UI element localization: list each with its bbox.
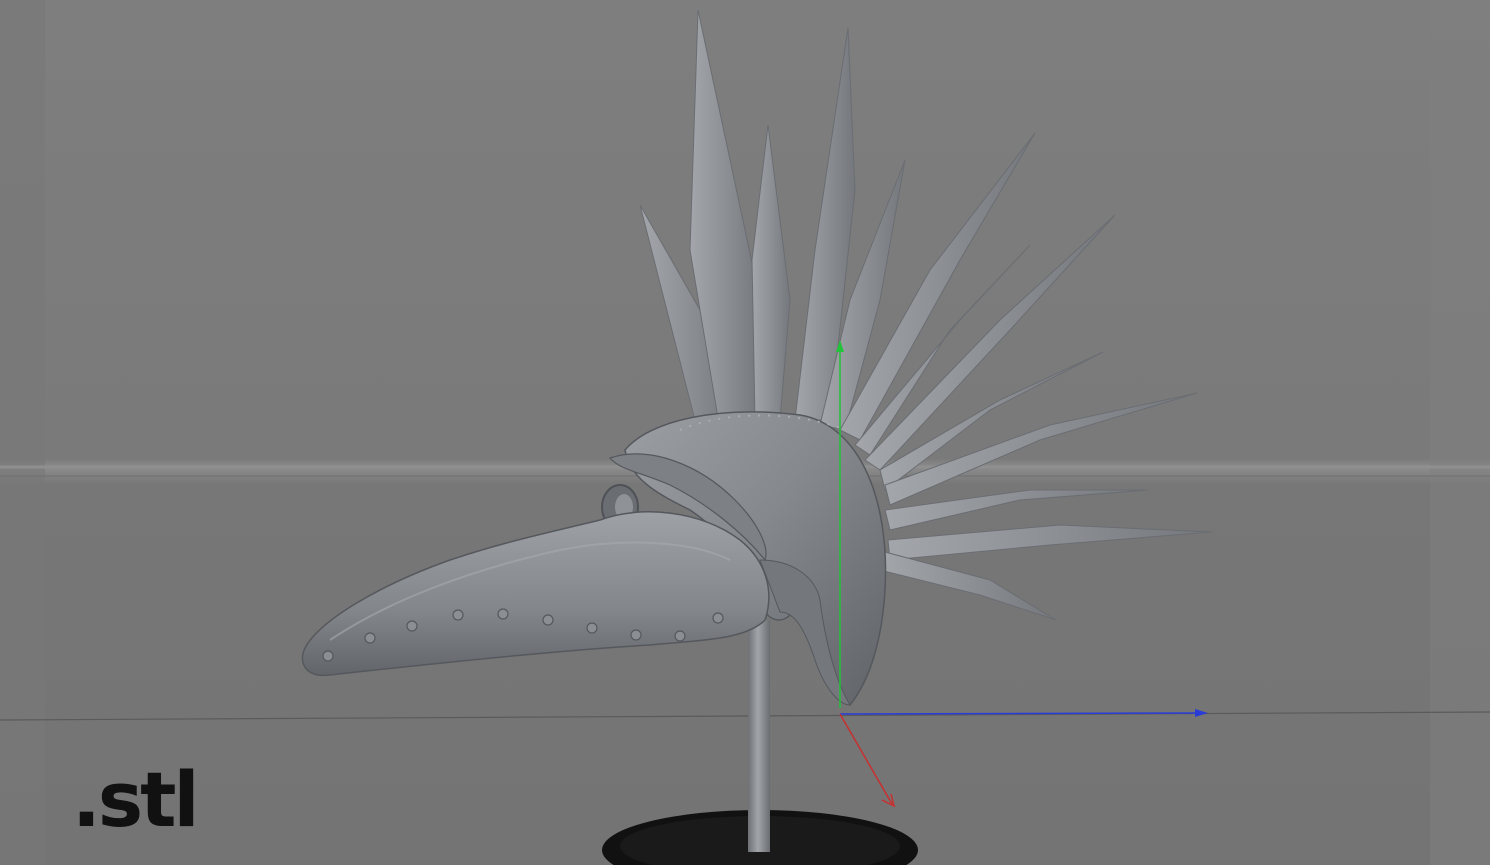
stand-pole-lower [748,800,770,852]
file-format-label: .stl [72,755,199,844]
right-edge-shade [1430,0,1490,865]
3d-viewport[interactable]: .stl [0,0,1490,865]
left-edge-shade [0,0,45,865]
scene-canvas[interactable] [0,0,1490,865]
gizmo-z-axis[interactable] [839,712,1206,715]
